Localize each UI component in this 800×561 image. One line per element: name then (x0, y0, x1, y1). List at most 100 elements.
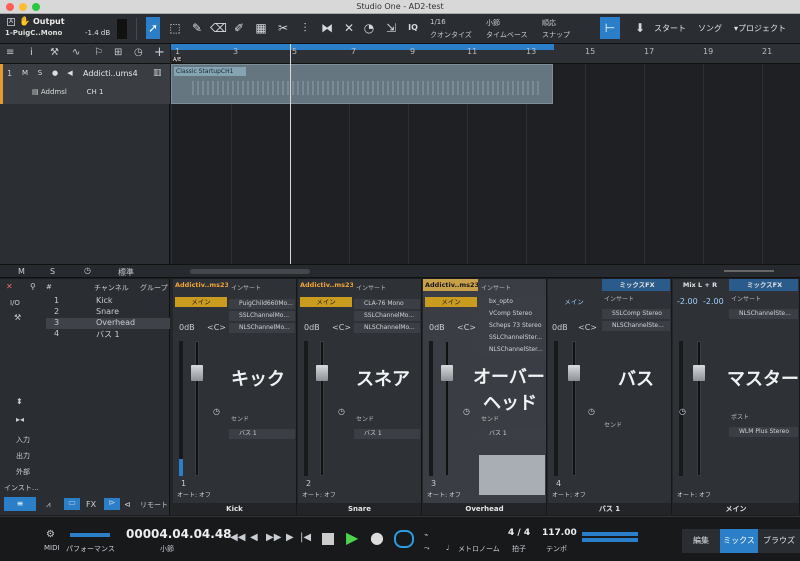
send-header[interactable]: センド (229, 415, 295, 425)
keyboard-icon[interactable]: ▥ (153, 68, 162, 78)
zoom-window-button[interactable] (32, 3, 40, 11)
mute-button[interactable]: M (19, 68, 31, 79)
fader-cap[interactable] (693, 365, 705, 381)
send-slot[interactable]: バス 1 (229, 429, 295, 439)
fx-icon[interactable]: FX (86, 500, 96, 509)
timer-icon[interactable]: ◷ (338, 407, 345, 416)
clock-icon[interactable]: ◷ (134, 47, 143, 58)
horizontal-scrollbar[interactable] (190, 269, 310, 274)
rewind-icon[interactable]: ◀ (250, 532, 258, 543)
nav-external[interactable]: 外部 (16, 467, 30, 477)
record-button[interactable]: ● (370, 528, 384, 547)
insert-slot[interactable]: NLSChannelSter... (479, 345, 545, 355)
quantize-selector[interactable]: 1/16 クオンタイズ (428, 17, 476, 41)
pan-value[interactable]: <C> (457, 323, 476, 332)
insert-header[interactable]: インサート (729, 295, 798, 305)
midi-channel-selector[interactable]: CH 1 (77, 87, 113, 98)
insert-slot[interactable]: SSLChannelMo... (354, 311, 420, 321)
automation-icon[interactable]: ∿ (72, 47, 80, 58)
automation-mode[interactable]: オート: オフ (427, 490, 461, 499)
fader-cap[interactable] (441, 365, 453, 381)
precount-icon[interactable]: ⤳ (424, 544, 430, 553)
solo-button[interactable]: S (34, 68, 46, 79)
timer-icon[interactable]: ◷ (588, 407, 595, 416)
volume-fader[interactable] (320, 341, 324, 476)
list-item[interactable]: 4 バス 1 (46, 329, 170, 340)
arrange-view[interactable]: Classic StartupCH1 A/E 1 3 5 7 9 11 13 1… (171, 44, 800, 264)
insert-header[interactable]: インサート (479, 284, 545, 294)
insert-header[interactable]: インサート (229, 284, 295, 294)
paint-tool-button[interactable]: ✐ (232, 17, 246, 39)
send-slot[interactable]: バス 1 (354, 429, 420, 439)
automation-mode[interactable]: オート: オフ (177, 490, 211, 499)
pencil-tool-button[interactable]: ✎ (190, 17, 204, 39)
track-name[interactable]: Addicti..ums4 (83, 69, 138, 78)
nav-input[interactable]: 入力 (16, 435, 30, 445)
browse-view-button[interactable]: ブラウズ (758, 529, 800, 553)
rewind-button[interactable]: ◀◀ (230, 532, 245, 543)
bend-tool-button[interactable]: ⫶ (298, 17, 312, 39)
loop-button[interactable] (394, 530, 414, 548)
snap-toggle-button[interactable]: ⊢ (600, 17, 620, 39)
nav-output[interactable]: 出力 (16, 451, 30, 461)
send-header[interactable]: センド (602, 421, 670, 431)
time-display[interactable]: 00004.04.04.48 (126, 527, 232, 541)
output-icon[interactable]: ⊲ (124, 500, 131, 509)
narrow-icon[interactable]: ⩘ (46, 500, 51, 510)
timer-icon[interactable]: ◷ (463, 407, 470, 416)
output-selector[interactable]: メイン (425, 297, 477, 307)
track-height-selector[interactable]: 標準 (118, 267, 134, 278)
timebase-selector[interactable]: 小節 タイムベース (484, 17, 536, 41)
volume-fader[interactable] (572, 341, 576, 476)
send-header[interactable]: センド (479, 415, 545, 425)
close-window-button[interactable] (6, 3, 14, 11)
insert-slot[interactable]: SSLChannelMo... (229, 311, 295, 321)
output-selector[interactable]: メイン (300, 297, 352, 307)
iq-button[interactable]: IQ (404, 17, 422, 39)
list-item[interactable]: 1 Kick (46, 296, 170, 307)
zoom-slider[interactable] (724, 270, 774, 272)
insert-slot[interactable]: WLM Plus Stereo (729, 427, 798, 437)
autopunch-icon[interactable]: ⌁ (424, 531, 428, 539)
layout-icon[interactable]: ▭ (64, 498, 80, 510)
insert-slot[interactable]: NLSChannelMo... (354, 323, 420, 333)
transform-tool-button[interactable]: ⇲ (384, 17, 398, 39)
time-signature[interactable]: 4 / 4 (508, 528, 530, 538)
insert-slot[interactable]: SSLComp Stereo (602, 309, 670, 319)
play-icon[interactable]: ▸◂ (16, 415, 24, 424)
wrench-icon[interactable]: ⚒ (50, 47, 59, 58)
global-solo-button[interactable]: S (50, 267, 55, 276)
send-slot[interactable]: バス 1 (479, 429, 545, 439)
volume-fader[interactable] (697, 341, 701, 476)
upload-icon[interactable]: ⬇ (630, 17, 650, 39)
add-track-icon[interactable]: + (154, 45, 165, 60)
start-page-button[interactable]: スタート (654, 22, 686, 36)
up-down-icon[interactable]: ⬍ (16, 397, 23, 406)
forward-icon[interactable]: ▶ (286, 532, 294, 543)
eraser-tool-button[interactable]: ⌫ (210, 17, 227, 39)
output-selector[interactable]: メイン (175, 297, 227, 307)
output-selector[interactable]: A ✋ Output 1-PuigC..Mono -1.4 dB (3, 17, 131, 41)
pan-value[interactable]: <C> (207, 323, 226, 332)
range-tool-button[interactable]: ⬚ (168, 17, 182, 39)
insert-slot[interactable]: CLA-76 Mono (354, 299, 420, 309)
insert-header[interactable]: インサート (602, 295, 670, 305)
insert-slot[interactable]: NLSChannelSte... (729, 309, 798, 319)
timer-icon[interactable]: ◷ (679, 407, 686, 416)
volume-fader[interactable] (195, 341, 199, 476)
return-to-start-button[interactable]: |◀ (300, 532, 311, 543)
song-page-button[interactable]: ソング (698, 22, 722, 36)
snap-icon[interactable]: ⊞ (114, 47, 122, 58)
playhead[interactable] (290, 44, 291, 264)
loop-range[interactable] (171, 44, 554, 50)
metronome-icon[interactable]: ♩ (446, 544, 449, 552)
stop-button[interactable] (322, 533, 334, 545)
list-item[interactable]: 2 Snare (46, 307, 170, 318)
list-view-button[interactable]: ≡ (4, 497, 36, 511)
mix-view-button[interactable]: ミックス (720, 529, 758, 553)
automation-mode[interactable]: オート: オフ (677, 490, 711, 499)
automation-mode[interactable]: オート: オフ (552, 490, 586, 499)
pin-icon[interactable]: ⚲ (30, 282, 36, 291)
volume-fader[interactable] (445, 341, 449, 476)
fader-cap[interactable] (568, 365, 580, 381)
